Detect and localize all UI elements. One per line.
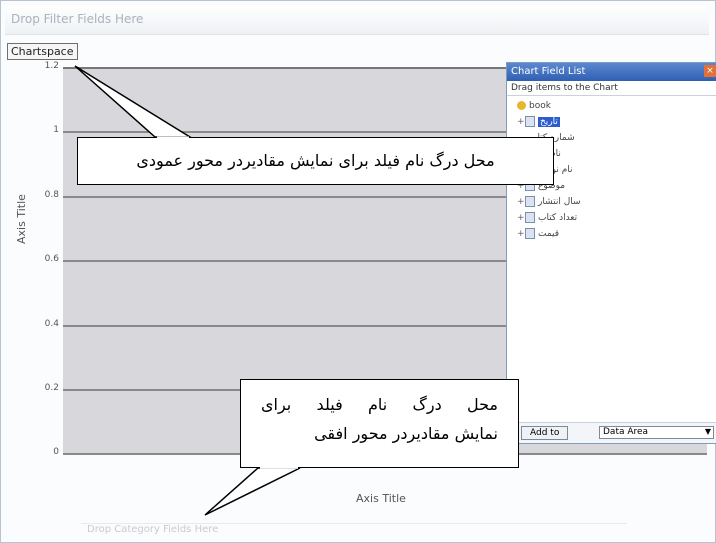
field-label: تاریخ bbox=[538, 117, 560, 127]
field-icon bbox=[525, 116, 535, 127]
add-to-button[interactable]: Add to bbox=[521, 426, 569, 440]
field-list-subtitle: Drag items to the Chart bbox=[507, 81, 716, 96]
category-drop-zone[interactable]: Drop Category Fields Here bbox=[81, 523, 627, 538]
y-tick-label: 1 bbox=[53, 125, 59, 135]
vertical-axis-callout: محل درگ نام فیلد برای نمایش مقادیردر محو… bbox=[77, 137, 554, 185]
field-label: تعداد کتاب bbox=[538, 213, 578, 223]
y-tick-label: 0.2 bbox=[44, 383, 59, 393]
field-label: سال انتشار bbox=[538, 197, 581, 207]
area-select[interactable]: Data Area ▼ bbox=[599, 426, 714, 439]
chevron-down-icon[interactable]: ▼ bbox=[705, 427, 711, 436]
y-tick-label: 0.6 bbox=[44, 254, 59, 264]
database-icon bbox=[517, 101, 526, 110]
expand-icon[interactable]: + bbox=[517, 226, 525, 242]
y-tick-label: 0.8 bbox=[44, 190, 59, 200]
y-tick-label: 0.4 bbox=[44, 319, 59, 329]
field-item[interactable]: + تعداد کتاب bbox=[507, 210, 716, 226]
field-item-book[interactable]: book bbox=[507, 98, 716, 114]
x-axis-title[interactable]: Axis Title bbox=[356, 492, 406, 505]
callout-line: نمایش مقادیردر محور افقی bbox=[314, 424, 498, 443]
horizontal-axis-callout: محل درگ نام فیلد برای نمایش مقادیردر محو… bbox=[240, 379, 519, 468]
field-item[interactable]: + سال انتشار bbox=[507, 194, 716, 210]
field-label: قیمت bbox=[538, 229, 560, 239]
y-tick-label: 0 bbox=[53, 447, 59, 457]
expand-icon[interactable]: + bbox=[517, 210, 525, 226]
field-list-title-bar[interactable]: Chart Field List × bbox=[507, 63, 716, 81]
field-icon bbox=[525, 196, 535, 207]
field-icon bbox=[525, 212, 535, 223]
field-item[interactable]: + قیمت bbox=[507, 226, 716, 242]
filter-drop-zone[interactable]: Drop Filter Fields Here bbox=[5, 5, 709, 35]
field-label: book bbox=[529, 101, 551, 111]
field-list-footer: Add to Data Area ▼ bbox=[507, 422, 716, 443]
field-list-title: Chart Field List bbox=[511, 66, 586, 77]
field-item[interactable]: + تاریخ bbox=[507, 114, 716, 130]
chart-field-list: Chart Field List × Drag items to the Cha… bbox=[506, 62, 716, 444]
y-axis-title[interactable]: Axis Title bbox=[15, 194, 28, 244]
callout-line: محل درگ نام فیلد برای bbox=[261, 395, 498, 414]
expand-icon[interactable]: + bbox=[517, 114, 525, 130]
y-tick-label: 1.2 bbox=[44, 61, 59, 71]
close-icon[interactable]: × bbox=[704, 65, 716, 77]
area-select-value: Data Area bbox=[603, 427, 649, 437]
field-icon bbox=[525, 228, 535, 239]
expand-icon[interactable]: + bbox=[517, 194, 525, 210]
chartspace-label[interactable]: Chartspace bbox=[7, 43, 78, 60]
